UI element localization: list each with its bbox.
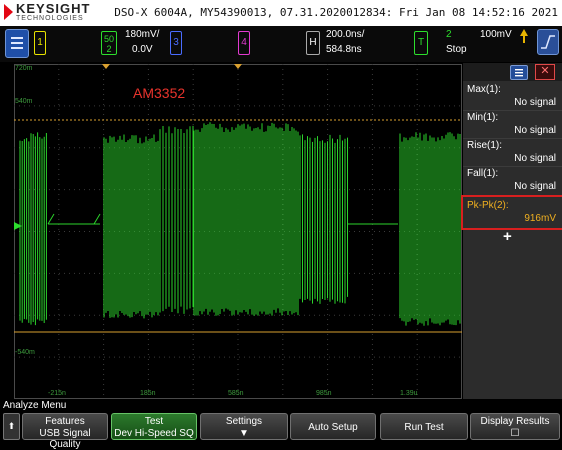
main-menu-button[interactable] bbox=[5, 29, 29, 58]
channel-2-waveform bbox=[19, 122, 461, 326]
x-axis-label: 985n bbox=[316, 390, 332, 397]
waveform-annotation: AM3352 bbox=[133, 85, 186, 101]
x-axis-label: 185n bbox=[140, 390, 156, 397]
x-axis-label: 585n bbox=[228, 390, 244, 397]
down-arrow-icon: ▼ bbox=[239, 428, 249, 439]
y-axis-label: 540m bbox=[15, 98, 33, 105]
channel-2-label: 2 bbox=[106, 44, 112, 54]
auto-setup-softkey[interactable]: Auto Setup bbox=[290, 413, 376, 440]
waveform-grid bbox=[14, 64, 462, 399]
test-softkey[interactable]: Test Dev Hi-Speed SQ bbox=[111, 413, 197, 440]
channel-2-button[interactable]: 50 2 bbox=[101, 31, 117, 55]
waveform-display[interactable] bbox=[14, 64, 462, 399]
channel-2-scale: 180mV/ bbox=[125, 29, 160, 40]
panel-menu-icon[interactable] bbox=[510, 65, 528, 80]
channel-4-button[interactable]: 4 bbox=[238, 31, 250, 55]
close-icon[interactable]: ✕ bbox=[535, 64, 555, 80]
measurement-name: Max(1): bbox=[467, 84, 501, 95]
trigger-slope-button[interactable] bbox=[537, 29, 559, 55]
channel-2-offset: 0.0V bbox=[132, 44, 153, 55]
trigger-source: 2 bbox=[446, 29, 452, 40]
channel-2-ground-marker bbox=[14, 222, 22, 230]
rising-edge-icon bbox=[541, 35, 555, 49]
channel-bar bbox=[0, 26, 562, 62]
measurement-name: Rise(1): bbox=[467, 140, 503, 151]
brand-name: KEYSIGHT bbox=[16, 1, 91, 16]
measurement-value: No signal bbox=[514, 153, 556, 164]
pk-pk-value: 916mV bbox=[524, 213, 556, 224]
y-axis-label: -540m bbox=[15, 349, 35, 356]
add-measurement-button[interactable]: + bbox=[503, 228, 512, 245]
square-icon: ☐ bbox=[510, 428, 520, 439]
title-bar: KEYSIGHT TECHNOLOGIES DSO-X 6004A, MY543… bbox=[0, 0, 562, 26]
divider bbox=[463, 110, 562, 111]
measurement-name: Min(1): bbox=[467, 112, 499, 123]
brand-subtitle: TECHNOLOGIES bbox=[16, 15, 84, 22]
measurement-value: No signal bbox=[514, 125, 556, 136]
x-axis-label: -215n bbox=[48, 390, 66, 397]
menu-title: Analyze Menu bbox=[3, 400, 67, 411]
measurement-value: No signal bbox=[514, 97, 556, 108]
pk-pk-name: Pk-Pk(2): bbox=[467, 200, 509, 211]
trigger-position-marker bbox=[102, 64, 110, 69]
measurement-name: Fall(1): bbox=[467, 168, 499, 179]
channel-2-impedance: 50 bbox=[103, 34, 114, 44]
device-info: DSO-X 6004A, MY54390013, 07.31.202001283… bbox=[114, 6, 558, 19]
probe-icon[interactable] bbox=[517, 28, 531, 44]
back-button[interactable]: ⬆ bbox=[3, 413, 20, 440]
acquisition-state: Stop bbox=[446, 44, 467, 55]
horizontal-button[interactable]: H bbox=[306, 31, 320, 55]
divider bbox=[463, 138, 562, 139]
divider bbox=[463, 166, 562, 167]
channel-1-button[interactable]: 1 bbox=[34, 31, 46, 55]
y-axis-label: 720m bbox=[15, 65, 33, 72]
display-results-softkey[interactable]: Display Results ☐ bbox=[470, 413, 560, 440]
trigger-level: 100mV bbox=[480, 29, 512, 40]
measurement-value: No signal bbox=[514, 181, 556, 192]
settings-softkey[interactable]: Settings ▼ bbox=[200, 413, 288, 440]
horizontal-delay: 584.8ns bbox=[326, 44, 362, 55]
channel-3-button[interactable]: 3 bbox=[170, 31, 182, 55]
features-softkey[interactable]: Features USB Signal Quality bbox=[22, 413, 108, 450]
time-reference-marker bbox=[234, 64, 242, 69]
keysight-logo-icon bbox=[4, 4, 13, 20]
horizontal-time-per-div: 200.0ns/ bbox=[326, 29, 365, 40]
x-axis-label: 1.39u bbox=[400, 390, 418, 397]
run-test-softkey[interactable]: Run Test bbox=[380, 413, 468, 440]
trigger-button[interactable]: T bbox=[414, 31, 428, 55]
